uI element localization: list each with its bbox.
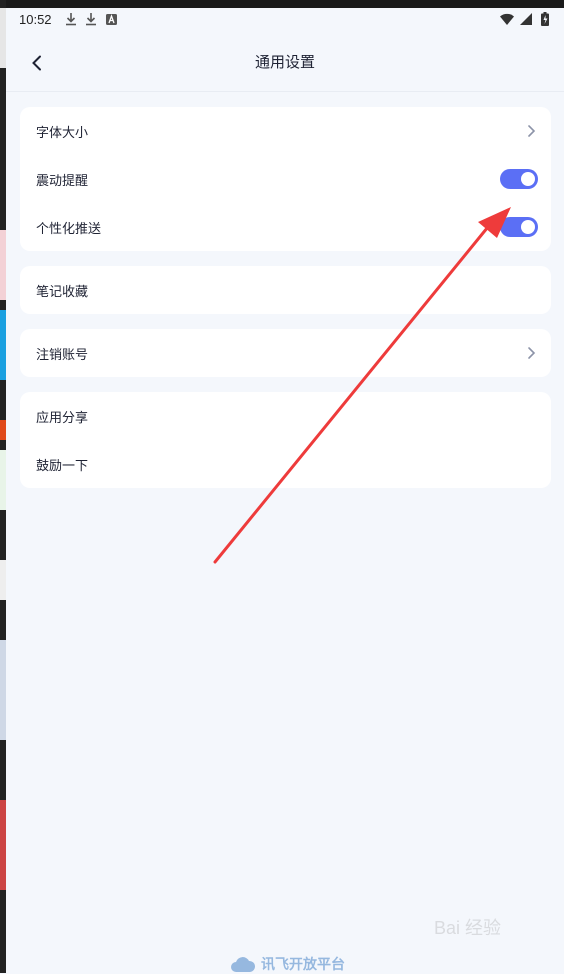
toggle-knob <box>521 172 535 186</box>
settings-item-font-size[interactable]: 字体大小 <box>20 107 551 155</box>
chevron-right-icon <box>528 125 536 137</box>
settings-item-encourage[interactable]: 鼓励一下 <box>20 440 551 488</box>
signal-icon <box>519 11 533 27</box>
settings-item-label: 笔记收藏 <box>36 284 89 300</box>
settings-group-notes: 笔记收藏 <box>20 266 551 314</box>
settings-item-cancel-account[interactable]: 注销账号 <box>20 329 551 377</box>
settings-item-share-app[interactable]: 应用分享 <box>20 392 551 440</box>
settings-item-label: 个性化推送 <box>36 221 102 237</box>
status-bar: 10:52 <box>6 0 564 36</box>
personalized-push-toggle[interactable] <box>500 217 538 237</box>
settings-item-label: 应用分享 <box>36 410 89 426</box>
footer-logo: 讯飞开放平台 <box>230 954 345 974</box>
watermark-text: Bai 经验 <box>434 918 502 938</box>
footer-logo-text: 讯飞开放平台 <box>261 957 345 973</box>
toggle-knob <box>521 220 535 234</box>
navigation-bar: 通用设置 <box>6 36 564 92</box>
page-title: 通用设置 <box>254 53 315 71</box>
wifi-icon <box>500 11 514 27</box>
battery-icon <box>538 11 552 27</box>
chevron-right-icon <box>528 347 536 359</box>
settings-item-label: 震动提醒 <box>36 173 89 189</box>
settings-group-share: 应用分享 鼓励一下 <box>20 392 551 488</box>
background-app-strip <box>0 0 6 973</box>
a-badge-icon <box>104 11 118 27</box>
settings-item-label: 字体大小 <box>36 125 89 141</box>
settings-item-label: 注销账号 <box>36 347 89 363</box>
settings-item-personalized-push: 个性化推送 <box>20 203 551 251</box>
status-time: 10:52 <box>19 12 52 27</box>
settings-group-general: 字体大小 震动提醒 个性化推送 <box>20 107 551 251</box>
settings-group-account: 注销账号 <box>20 329 551 377</box>
cloud-icon <box>231 957 256 972</box>
vibration-toggle[interactable] <box>500 169 538 189</box>
settings-item-vibration: 震动提醒 <box>20 155 551 203</box>
settings-item-label: 鼓励一下 <box>36 458 89 474</box>
download-icon <box>64 11 78 27</box>
watermark: Bai 经验 <box>434 914 501 940</box>
settings-item-note-favorites[interactable]: 笔记收藏 <box>20 266 551 314</box>
download-icon <box>84 11 98 27</box>
